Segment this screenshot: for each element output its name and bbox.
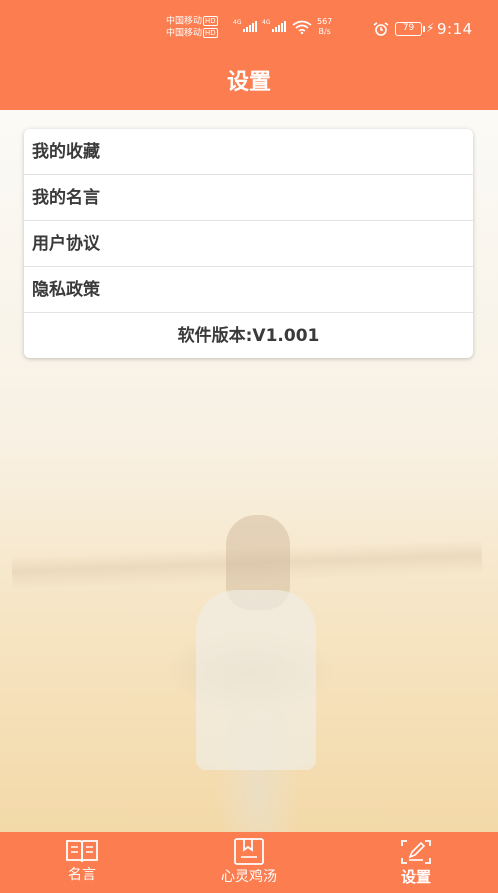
status-bar: 中国移动 HD 中国移动 HD 4G 4G 567 B/s 79 ⚡ 9:14 <box>0 0 498 44</box>
page-title: 设置 <box>226 70 271 95</box>
carrier-info: 中国移动 HD 中国移动 HD <box>166 16 218 39</box>
bottom-tab-bar: 名言 心灵鸡汤 设置 <box>0 832 498 893</box>
net-speed-value: 567 <box>317 17 333 26</box>
edit-settings-icon <box>401 840 431 864</box>
bookmark-page-icon <box>234 838 264 865</box>
tab-quotes[interactable]: 名言 <box>22 832 142 893</box>
net-speed-unit: B/s <box>318 27 331 36</box>
settings-item-privacy-policy[interactable]: 隐私政策 <box>24 267 473 313</box>
settings-item-my-quotes[interactable]: 我的名言 <box>24 175 473 221</box>
signal-2-icon: 4G <box>262 19 287 32</box>
hd-badge-2: HD <box>203 27 218 38</box>
status-time: 9:14 <box>437 20 473 38</box>
battery-icon: 79 <box>395 22 425 36</box>
tab-settings[interactable]: 设置 <box>356 832 476 893</box>
tab-settings-label: 设置 <box>400 868 431 886</box>
signal-1-icon: 4G <box>233 19 258 32</box>
network-type-2: 4G <box>262 19 271 26</box>
book-icon <box>66 840 98 863</box>
background-figure-body <box>196 590 316 770</box>
tab-chicken-soup[interactable]: 心灵鸡汤 <box>189 832 309 893</box>
header-bar: 中国移动HD 中国移动HD 4G 4G 567 B/s 79 ⚡ 9:14 <box>0 0 498 110</box>
wifi-icon <box>292 20 312 34</box>
carrier-2-label: 中国移动 <box>166 28 203 38</box>
settings-item-favorites[interactable]: 我的收藏 <box>24 129 473 175</box>
settings-item-user-agreement[interactable]: 用户协议 <box>24 221 473 267</box>
hd-badge-1: HD <box>203 16 218 26</box>
version-label: 软件版本:V1.001 <box>177 326 320 346</box>
tab-chicken-soup-label: 心灵鸡汤 <box>221 869 277 885</box>
settings-card: 我的收藏 我的名言 用户协议 隐私政策 软件版本:V1.001 <box>24 129 473 358</box>
carrier-1-label: 中国移动 <box>166 16 203 27</box>
alarm-icon <box>373 22 389 36</box>
network-type-1: 4G <box>233 19 242 26</box>
net-speed: 567 B/s <box>317 17 332 37</box>
tab-quotes-label: 名言 <box>68 867 96 883</box>
charging-icon: ⚡ <box>426 21 435 35</box>
